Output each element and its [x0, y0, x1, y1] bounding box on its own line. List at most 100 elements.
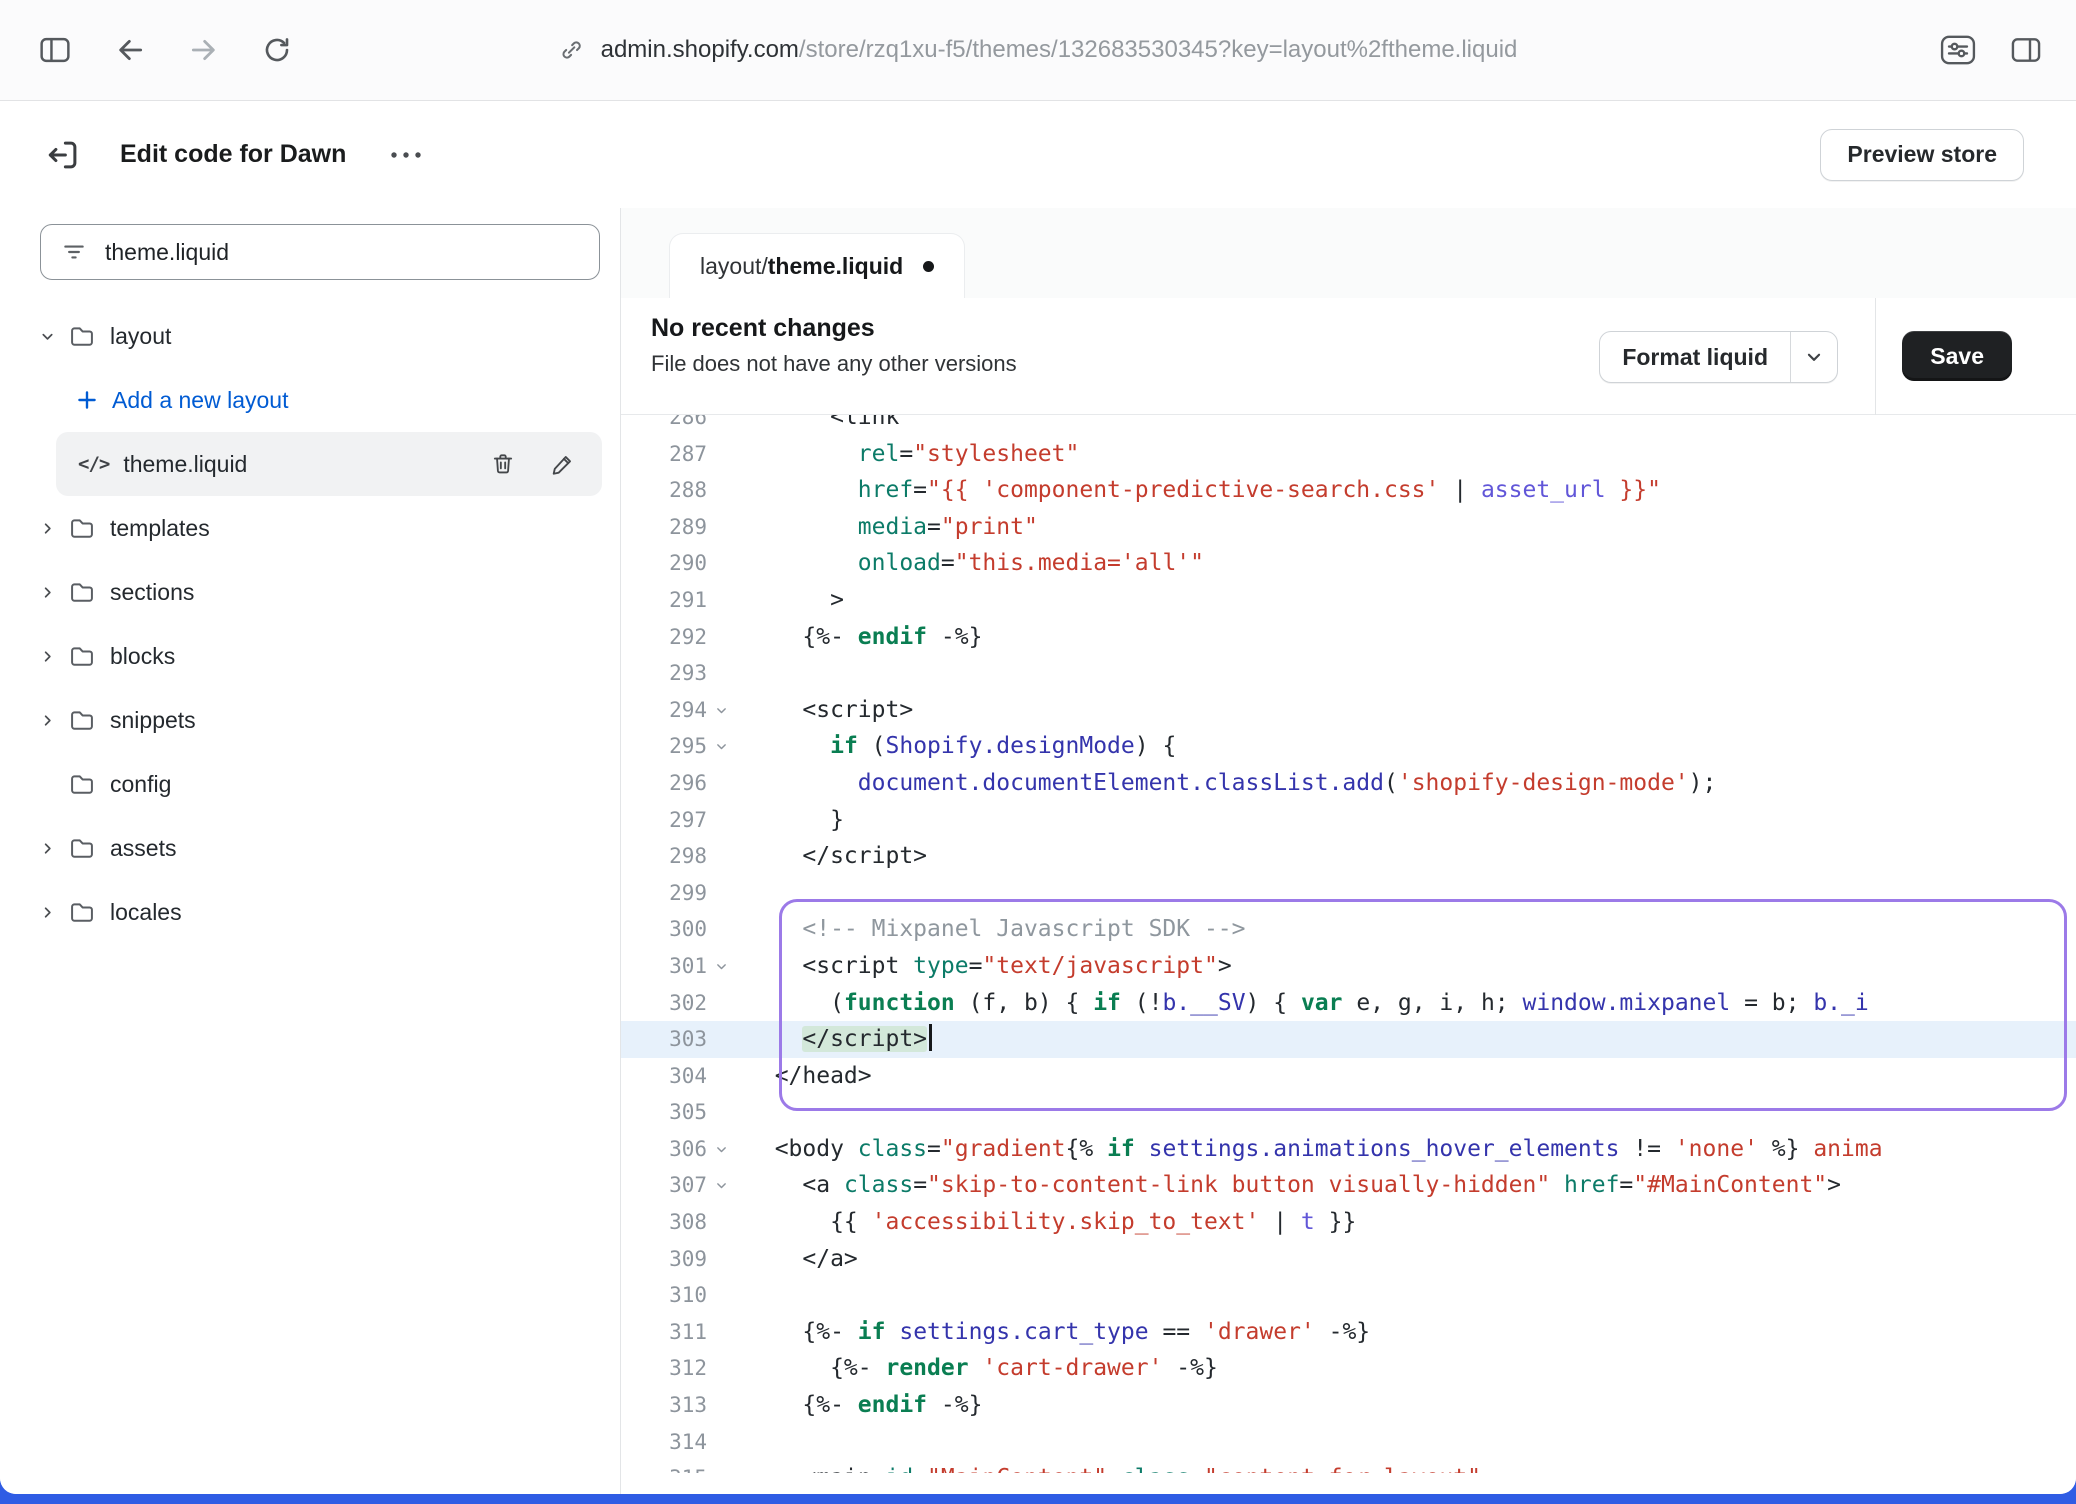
exit-editor-icon[interactable]: [44, 136, 82, 174]
code-line-293[interactable]: 293: [621, 655, 2076, 692]
fold-spacer: [707, 415, 735, 436]
code-line-311[interactable]: 311 {%- if settings.cart_type == 'drawer…: [621, 1314, 2076, 1351]
forward-icon[interactable]: [188, 34, 220, 66]
code-line-294[interactable]: 294 <script>: [621, 692, 2076, 729]
code-line-315[interactable]: 315 <main id="MainContent" class="conten…: [621, 1460, 2076, 1473]
code-line-309[interactable]: 309 </a>: [621, 1241, 2076, 1278]
code-text: </a>: [735, 1241, 2076, 1278]
save-button[interactable]: Save: [1902, 331, 2012, 381]
sidebar-right-toggle-icon[interactable]: [2010, 35, 2042, 65]
preview-store-button[interactable]: Preview store: [1820, 129, 2024, 181]
code-text: {{ 'accessibility.skip_to_text' | t }}: [735, 1204, 2076, 1241]
code-line-303[interactable]: 303 </script>: [621, 1021, 2076, 1058]
fold-chevron-icon[interactable]: [707, 1131, 735, 1168]
tab-label-prefix: layout/: [700, 253, 768, 280]
edit-file-icon[interactable]: [550, 451, 576, 477]
page-title: Edit code for Dawn: [120, 140, 346, 169]
sidebar-item-layout[interactable]: layout: [16, 304, 602, 368]
fold-chevron-icon[interactable]: [707, 728, 735, 765]
code-line-312[interactable]: 312 {%- render 'cart-drawer' -%}: [621, 1350, 2076, 1387]
code-line-307[interactable]: 307 <a class="skip-to-content-link butto…: [621, 1167, 2076, 1204]
file-filter-input[interactable]: theme.liquid: [40, 224, 600, 280]
folder-icon: [68, 706, 96, 734]
code-line-295[interactable]: 295 if (Shopify.designMode) {: [621, 728, 2076, 765]
code-line-302[interactable]: 302 (function (f, b) { if (!b.__SV) { va…: [621, 985, 2076, 1022]
fold-chevron-icon[interactable]: [707, 692, 735, 729]
code-text: (function (f, b) { if (!b.__SV) { var e,…: [735, 985, 2076, 1022]
sidebar-item-label: assets: [110, 835, 176, 862]
fold-spacer: [707, 1350, 735, 1387]
code-line-297[interactable]: 297 }: [621, 802, 2076, 839]
code-line-304[interactable]: 304 </head>: [621, 1058, 2076, 1095]
chevron-right-icon[interactable]: [26, 841, 68, 856]
plus-icon: [74, 387, 100, 413]
more-actions-icon[interactable]: [388, 149, 424, 161]
sidebar-item-templates[interactable]: templates: [16, 496, 602, 560]
code-line-289[interactable]: 289 media="print": [621, 509, 2076, 546]
chevron-right-icon[interactable]: [26, 713, 68, 728]
format-liquid-button[interactable]: Format liquid: [1599, 331, 1838, 383]
code-text: media="print": [735, 509, 2076, 546]
line-number: 298: [621, 838, 707, 875]
sidebar-toggle-icon[interactable]: [38, 35, 72, 65]
fold-spacer: [707, 1094, 735, 1131]
line-number: 289: [621, 509, 707, 546]
code-line-296[interactable]: 296 document.documentElement.classList.a…: [621, 765, 2076, 802]
code-line-308[interactable]: 308 {{ 'accessibility.skip_to_text' | t …: [621, 1204, 2076, 1241]
fold-chevron-icon[interactable]: [707, 948, 735, 985]
code-line-313[interactable]: 313 {%- endif -%}: [621, 1387, 2076, 1424]
code-line-291[interactable]: 291 >: [621, 582, 2076, 619]
fold-chevron-icon[interactable]: [707, 1167, 735, 1204]
code-line-306[interactable]: 306 <body class="gradient{% if settings.…: [621, 1131, 2076, 1168]
sidebar-item-blocks[interactable]: blocks: [16, 624, 602, 688]
fold-spacer: [707, 875, 735, 912]
sidebar-item-sections[interactable]: sections: [16, 560, 602, 624]
code-text: if (Shopify.designMode) {: [735, 728, 2076, 765]
code-text: </script>: [735, 838, 2076, 875]
tab-layout-theme-liquid[interactable]: layout/theme.liquid: [669, 233, 965, 298]
code-line-300[interactable]: 300 <!-- Mixpanel Javascript SDK -->: [621, 911, 2076, 948]
code-text: <script type="text/javascript">: [735, 948, 2076, 985]
delete-file-icon[interactable]: [490, 451, 516, 477]
address-bar[interactable]: admin.shopify.com/store/rzq1xu-f5/themes…: [559, 36, 1518, 64]
code-line-314[interactable]: 314: [621, 1424, 2076, 1461]
code-line-286[interactable]: 286 <link: [621, 415, 2076, 436]
editor-panel: layout/theme.liquid No recent changes Fi…: [621, 208, 2076, 1494]
code-line-301[interactable]: 301 <script type="text/javascript">: [621, 948, 2076, 985]
fold-spacer: [707, 1021, 735, 1058]
reload-icon[interactable]: [262, 35, 292, 65]
code-line-299[interactable]: 299: [621, 875, 2076, 912]
chevron-down-icon[interactable]: [1791, 332, 1837, 382]
chevron-right-icon[interactable]: [26, 521, 68, 536]
code-editor[interactable]: 286 <link287 rel="stylesheet"288 href="{…: [621, 415, 2076, 1473]
code-line-288[interactable]: 288 href="{{ 'component-predictive-searc…: [621, 472, 2076, 509]
code-line-287[interactable]: 287 rel="stylesheet": [621, 436, 2076, 473]
fold-spacer: [707, 509, 735, 546]
extensions-icon[interactable]: [1940, 34, 1976, 66]
folder-icon: [68, 514, 96, 542]
code-line-292[interactable]: 292 {%- endif -%}: [621, 619, 2076, 656]
code-line-310[interactable]: 310: [621, 1277, 2076, 1314]
chevron-down-icon[interactable]: [26, 329, 68, 344]
sidebar-item-config[interactable]: config: [16, 752, 602, 816]
editor-header: No recent changes File does not have any…: [621, 298, 2076, 415]
code-text: {%- endif -%}: [735, 619, 2076, 656]
chevron-right-icon[interactable]: [26, 585, 68, 600]
code-line-298[interactable]: 298 </script>: [621, 838, 2076, 875]
folder-icon: [68, 578, 96, 606]
sidebar-item-add-a-new-layout[interactable]: Add a new layout: [56, 368, 602, 432]
tab-label-file: theme.liquid: [768, 253, 903, 280]
chevron-right-icon[interactable]: [26, 905, 68, 920]
code-text: {%- if settings.cart_type == 'drawer' -%…: [735, 1314, 2076, 1351]
sidebar-item-locales[interactable]: locales: [16, 880, 602, 944]
code-line-305[interactable]: 305: [621, 1094, 2076, 1131]
sidebar-item-assets[interactable]: assets: [16, 816, 602, 880]
chevron-right-icon[interactable]: [26, 649, 68, 664]
back-icon[interactable]: [114, 34, 146, 66]
code-line-290[interactable]: 290 onload="this.media='all'": [621, 545, 2076, 582]
sidebar-item-snippets[interactable]: snippets: [16, 688, 602, 752]
line-number: 296: [621, 765, 707, 802]
fold-spacer: [707, 545, 735, 582]
fold-spacer: [707, 1424, 735, 1461]
sidebar-item-theme-liquid[interactable]: </>theme.liquid: [56, 432, 602, 496]
